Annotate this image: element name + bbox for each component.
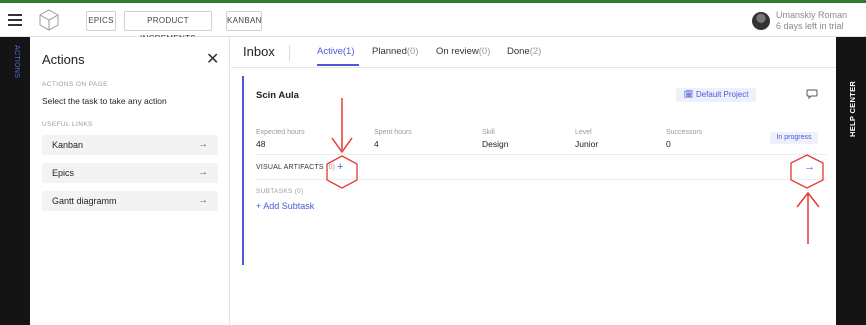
successors-label: Successors [666, 129, 703, 136]
tab-on-review-count: (0) [478, 46, 491, 57]
visual-artifacts-text: VISUAL ARTIFACTS [256, 164, 324, 171]
task-card[interactable]: Scin Aula 🗓 Default Project Expected hou… [242, 76, 826, 265]
card-divider [256, 154, 826, 155]
add-subtask-button[interactable]: + Add Subtask [256, 201, 314, 211]
actions-hint: Select the task to take any action [42, 96, 167, 106]
hamburger-menu-icon[interactable] [8, 14, 22, 26]
actions-rail-text: ACTIONS [13, 45, 20, 79]
user-avatar[interactable] [752, 12, 770, 30]
actions-rail[interactable]: ACTIONS [0, 37, 30, 325]
header-divider [231, 67, 836, 68]
tab-on-review-label: On review [436, 46, 479, 57]
add-visual-artifact-button[interactable]: + [337, 161, 343, 173]
trial-status: 6 days left in trial [776, 21, 844, 31]
skill-value: Design [482, 139, 509, 149]
user-name[interactable]: Umanskiy Roman [776, 10, 847, 20]
level-label: Level [575, 129, 592, 136]
tab-planned[interactable]: Planned(0) [372, 46, 419, 57]
card-divider [256, 179, 826, 180]
tab-on-review[interactable]: On review(0) [436, 46, 490, 57]
link-gantt[interactable]: Gantt diagramm → [42, 191, 218, 211]
close-icon[interactable]: ✕ [206, 49, 219, 69]
spent-hours-label: Spent hours [374, 129, 412, 136]
open-task-arrow-button[interactable]: → [804, 161, 815, 173]
arrow-right-icon: → [198, 195, 208, 206]
task-title[interactable]: Scin Aula [256, 90, 299, 101]
tab-active[interactable]: Active(1) [317, 46, 355, 57]
actions-panel: Actions ✕ ACTIONS ON PAGE Select the tas… [30, 37, 230, 325]
title-divider [289, 45, 290, 61]
link-epics-label: Epics [52, 168, 75, 178]
subtasks-label: SUBTASKS (0) [256, 188, 304, 195]
help-center-text: HELP CENTER [848, 80, 857, 137]
cube-logo-icon[interactable] [38, 8, 60, 32]
tab-planned-count: (0) [406, 46, 419, 57]
active-tab-indicator [317, 64, 359, 66]
link-epics[interactable]: Epics → [42, 163, 218, 183]
link-gantt-label: Gantt diagramm [52, 196, 117, 206]
tab-done-label: Done [507, 46, 530, 57]
tab-active-count: (1) [342, 46, 355, 57]
successors-value: 0 [666, 139, 671, 149]
useful-links-label: USEFUL LINKS [42, 121, 93, 128]
status-badge: In progress [770, 132, 818, 144]
page-title: Inbox [243, 44, 275, 59]
actions-title: Actions [42, 52, 85, 67]
inbox-main: Inbox Active(1) Planned(0) On review(0) … [231, 37, 836, 325]
visual-artifacts-label: VISUAL ARTIFACTS (0) [256, 164, 335, 171]
spent-hours-value: 4 [374, 139, 379, 149]
comment-icon[interactable] [806, 88, 818, 100]
actions-rail-label: ACTIONS [10, 45, 22, 85]
arrow-right-icon: → [198, 167, 208, 178]
tab-done-count: (2) [529, 46, 542, 57]
tab-done[interactable]: Done(2) [507, 46, 541, 57]
actions-on-page-label: ACTIONS ON PAGE [42, 81, 108, 88]
top-bar: EPICS PRODUCT INCREMENTS KANBAN Umanskiy… [0, 0, 866, 43]
tab-active-label: Active [317, 46, 343, 57]
nav-product-increments-button[interactable]: PRODUCT INCREMENTS [124, 11, 212, 43]
visual-artifacts-count: (0) [325, 164, 336, 171]
tab-planned-label: Planned [372, 46, 407, 57]
level-value: Junior [575, 139, 599, 149]
expected-hours-label: Expected hours [256, 129, 305, 136]
nav-kanban-button[interactable]: KANBAN [226, 11, 262, 31]
link-kanban-label: Kanban [52, 140, 84, 150]
arrow-right-icon: → [198, 139, 208, 150]
nav-epics-button[interactable]: EPICS [86, 11, 116, 31]
help-center-rail[interactable]: HELP CENTER [836, 37, 866, 325]
expected-hours-value: 48 [256, 139, 266, 149]
skill-label: Skill [482, 129, 495, 136]
project-badge[interactable]: 🗓 Default Project [676, 88, 756, 102]
link-kanban[interactable]: Kanban → [42, 135, 218, 155]
